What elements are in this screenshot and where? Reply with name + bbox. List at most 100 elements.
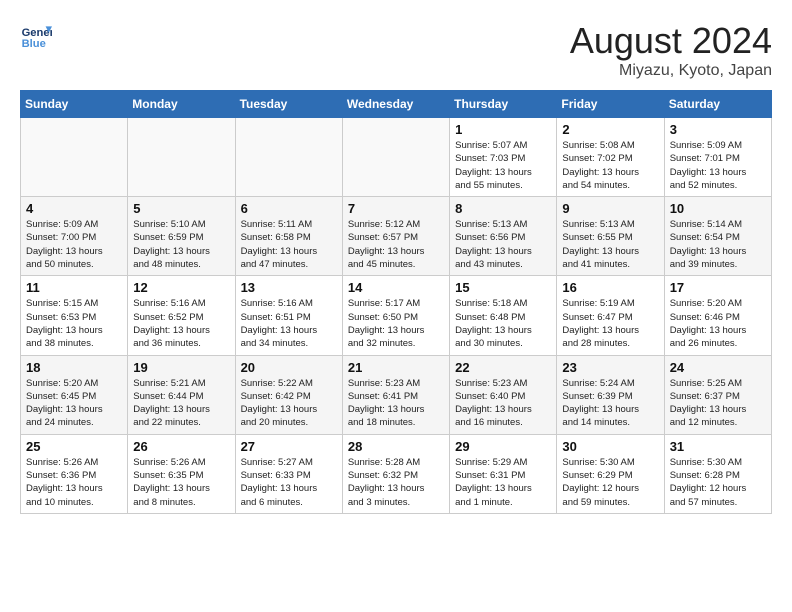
day-number: 2 <box>562 122 658 137</box>
logo: General Blue <box>20 20 52 52</box>
day-number: 20 <box>241 360 337 375</box>
day-number: 25 <box>26 439 122 454</box>
calendar-cell: 26 Sunrise: 5:26 AM Sunset: 6:35 PM Dayli… <box>128 434 235 513</box>
calendar-cell: 3 Sunrise: 5:09 AM Sunset: 7:01 PM Daylig… <box>664 118 771 197</box>
day-number: 6 <box>241 201 337 216</box>
calendar-cell: 10 Sunrise: 5:14 AM Sunset: 6:54 PM Dayli… <box>664 197 771 276</box>
calendar-week-row: 25 Sunrise: 5:26 AM Sunset: 6:36 PM Dayli… <box>21 434 772 513</box>
page-header: General Blue August 2024 Miyazu, Kyoto, … <box>20 20 772 80</box>
day-number: 17 <box>670 280 766 295</box>
calendar-cell: 9Sunrise: 5:13 AM Sunset: 6:55 PM Daylig… <box>557 197 664 276</box>
day-number: 8 <box>455 201 551 216</box>
day-number: 4 <box>26 201 122 216</box>
day-info: Sunrise: 5:19 AM Sunset: 6:47 PM Dayligh… <box>562 297 658 350</box>
day-info: Sunrise: 5:25 AM Sunset: 6:37 PM Dayligh… <box>670 377 766 430</box>
calendar-cell: 30 Sunrise: 5:30 AM Sunset: 6:29 PM Dayli… <box>557 434 664 513</box>
day-number: 28 <box>348 439 444 454</box>
day-info: Sunrise: 5:18 AM Sunset: 6:48 PM Dayligh… <box>455 297 551 350</box>
day-number: 26 <box>133 439 229 454</box>
day-info: Sunrise: 5:16 AM Sunset: 6:52 PM Dayligh… <box>133 297 229 350</box>
day-info: Sunrise: 5:28 AM Sunset: 6:32 PM Dayligh… <box>348 456 444 509</box>
day-info: Sunrise: 5:30 AM Sunset: 6:29 PM Dayligh… <box>562 456 658 509</box>
day-number: 30 <box>562 439 658 454</box>
day-number: 13 <box>241 280 337 295</box>
calendar-cell: 28 Sunrise: 5:28 AM Sunset: 6:32 PM Dayli… <box>342 434 449 513</box>
calendar-cell: 18Sunrise: 5:20 AM Sunset: 6:45 PM Dayli… <box>21 355 128 434</box>
calendar-cell: 29 Sunrise: 5:29 AM Sunset: 6:31 PM Dayli… <box>450 434 557 513</box>
calendar-cell: 4 Sunrise: 5:09 AM Sunset: 7:00 PM Daylig… <box>21 197 128 276</box>
day-info: Sunrise: 5:17 AM Sunset: 6:50 PM Dayligh… <box>348 297 444 350</box>
day-number: 24 <box>670 360 766 375</box>
calendar-cell: 16 Sunrise: 5:19 AM Sunset: 6:47 PM Dayli… <box>557 276 664 355</box>
day-info: Sunrise: 5:14 AM Sunset: 6:54 PM Dayligh… <box>670 218 766 271</box>
weekday-header-friday: Friday <box>557 91 664 118</box>
day-info: Sunrise: 5:09 AM Sunset: 7:01 PM Dayligh… <box>670 139 766 192</box>
day-info: Sunrise: 5:09 AM Sunset: 7:00 PM Dayligh… <box>26 218 122 271</box>
day-number: 9 <box>562 201 658 216</box>
day-number: 23 <box>562 360 658 375</box>
day-number: 19 <box>133 360 229 375</box>
day-info: Sunrise: 5:23 AM Sunset: 6:41 PM Dayligh… <box>348 377 444 430</box>
weekday-header-saturday: Saturday <box>664 91 771 118</box>
calendar-cell: 17 Sunrise: 5:20 AM Sunset: 6:46 PM Dayli… <box>664 276 771 355</box>
day-number: 27 <box>241 439 337 454</box>
day-number: 10 <box>670 201 766 216</box>
day-number: 11 <box>26 280 122 295</box>
calendar-cell: 31 Sunrise: 5:30 AM Sunset: 6:28 PM Dayli… <box>664 434 771 513</box>
calendar-cell: 13Sunrise: 5:16 AM Sunset: 6:51 PM Dayli… <box>235 276 342 355</box>
calendar-cell: 20 Sunrise: 5:22 AM Sunset: 6:42 PM Dayli… <box>235 355 342 434</box>
day-number: 16 <box>562 280 658 295</box>
calendar-cell: 21 Sunrise: 5:23 AM Sunset: 6:41 PM Dayli… <box>342 355 449 434</box>
day-info: Sunrise: 5:20 AM Sunset: 6:46 PM Dayligh… <box>670 297 766 350</box>
day-info: Sunrise: 5:12 AM Sunset: 6:57 PM Dayligh… <box>348 218 444 271</box>
day-info: Sunrise: 5:26 AM Sunset: 6:36 PM Dayligh… <box>26 456 122 509</box>
day-info: Sunrise: 5:23 AM Sunset: 6:40 PM Dayligh… <box>455 377 551 430</box>
calendar-cell: 25 Sunrise: 5:26 AM Sunset: 6:36 PM Dayli… <box>21 434 128 513</box>
calendar-cell: 7 Sunrise: 5:12 AM Sunset: 6:57 PM Daylig… <box>342 197 449 276</box>
calendar-cell: 5Sunrise: 5:10 AM Sunset: 6:59 PM Daylig… <box>128 197 235 276</box>
calendar-cell: 2 Sunrise: 5:08 AM Sunset: 7:02 PM Daylig… <box>557 118 664 197</box>
day-info: Sunrise: 5:29 AM Sunset: 6:31 PM Dayligh… <box>455 456 551 509</box>
day-info: Sunrise: 5:10 AM Sunset: 6:59 PM Dayligh… <box>133 218 229 271</box>
weekday-header-monday: Monday <box>128 91 235 118</box>
calendar-table: SundayMondayTuesdayWednesdayThursdayFrid… <box>20 90 772 514</box>
calendar-cell: 14Sunrise: 5:17 AM Sunset: 6:50 PM Dayli… <box>342 276 449 355</box>
weekday-header-row: SundayMondayTuesdayWednesdayThursdayFrid… <box>21 91 772 118</box>
day-number: 21 <box>348 360 444 375</box>
calendar-cell <box>21 118 128 197</box>
calendar-cell: 24 Sunrise: 5:25 AM Sunset: 6:37 PM Dayli… <box>664 355 771 434</box>
calendar-cell: 8 Sunrise: 5:13 AM Sunset: 6:56 PM Daylig… <box>450 197 557 276</box>
day-info: Sunrise: 5:30 AM Sunset: 6:28 PM Dayligh… <box>670 456 766 509</box>
calendar-cell <box>235 118 342 197</box>
day-info: Sunrise: 5:27 AM Sunset: 6:33 PM Dayligh… <box>241 456 337 509</box>
calendar-cell: 19Sunrise: 5:21 AM Sunset: 6:44 PM Dayli… <box>128 355 235 434</box>
day-number: 22 <box>455 360 551 375</box>
calendar-cell: 27 Sunrise: 5:27 AM Sunset: 6:33 PM Dayli… <box>235 434 342 513</box>
day-number: 7 <box>348 201 444 216</box>
calendar-cell <box>128 118 235 197</box>
title-block: August 2024 Miyazu, Kyoto, Japan <box>570 20 772 80</box>
calendar-cell: 11 Sunrise: 5:15 AM Sunset: 6:53 PM Dayli… <box>21 276 128 355</box>
day-info: Sunrise: 5:26 AM Sunset: 6:35 PM Dayligh… <box>133 456 229 509</box>
calendar-week-row: 18Sunrise: 5:20 AM Sunset: 6:45 PM Dayli… <box>21 355 772 434</box>
day-info: Sunrise: 5:11 AM Sunset: 6:58 PM Dayligh… <box>241 218 337 271</box>
day-info: Sunrise: 5:22 AM Sunset: 6:42 PM Dayligh… <box>241 377 337 430</box>
day-info: Sunrise: 5:07 AM Sunset: 7:03 PM Dayligh… <box>455 139 551 192</box>
calendar-week-row: 1 Sunrise: 5:07 AM Sunset: 7:03 PM Daylig… <box>21 118 772 197</box>
day-number: 31 <box>670 439 766 454</box>
calendar-week-row: 4 Sunrise: 5:09 AM Sunset: 7:00 PM Daylig… <box>21 197 772 276</box>
day-info: Sunrise: 5:13 AM Sunset: 6:56 PM Dayligh… <box>455 218 551 271</box>
day-info: Sunrise: 5:15 AM Sunset: 6:53 PM Dayligh… <box>26 297 122 350</box>
day-number: 18 <box>26 360 122 375</box>
day-number: 3 <box>670 122 766 137</box>
calendar-cell: 15Sunrise: 5:18 AM Sunset: 6:48 PM Dayli… <box>450 276 557 355</box>
calendar-cell <box>342 118 449 197</box>
day-info: Sunrise: 5:08 AM Sunset: 7:02 PM Dayligh… <box>562 139 658 192</box>
day-number: 1 <box>455 122 551 137</box>
day-number: 29 <box>455 439 551 454</box>
day-number: 12 <box>133 280 229 295</box>
calendar-cell: 12 Sunrise: 5:16 AM Sunset: 6:52 PM Dayli… <box>128 276 235 355</box>
calendar-week-row: 11 Sunrise: 5:15 AM Sunset: 6:53 PM Dayli… <box>21 276 772 355</box>
weekday-header-wednesday: Wednesday <box>342 91 449 118</box>
day-info: Sunrise: 5:24 AM Sunset: 6:39 PM Dayligh… <box>562 377 658 430</box>
